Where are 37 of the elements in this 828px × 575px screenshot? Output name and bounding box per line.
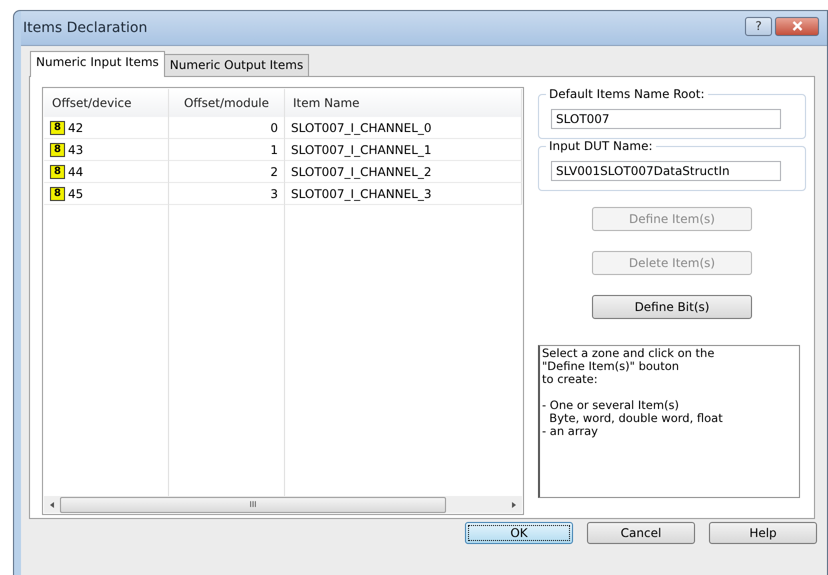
table-cell: 45	[68, 186, 84, 200]
byte-badge: 8	[50, 186, 65, 200]
byte-badge: 8	[50, 120, 65, 134]
table-cell: 1	[169, 139, 285, 161]
window-title: Items Declaration	[22, 20, 148, 36]
text-field[interactable]: SLOT007	[551, 109, 781, 129]
table-cell: 0	[169, 117, 285, 139]
table-cell: SLOT007_I_CHANNEL_0	[285, 117, 522, 139]
close-button[interactable]	[775, 16, 819, 36]
byte-badge: 8	[50, 142, 65, 156]
column-header[interactable]: Item Name	[285, 89, 522, 117]
scrollbar-thumb[interactable]: III	[60, 496, 446, 512]
close-icon	[792, 21, 802, 31]
table-cell: 44	[68, 164, 84, 178]
group-label: Input DUT Name:	[546, 139, 656, 153]
table-cell: SLOT007_I_CHANNEL_1	[285, 139, 522, 161]
table-cell: 3	[169, 183, 285, 205]
dialog-button[interactable]: OK	[465, 522, 573, 544]
table-cell: SLOT007_I_CHANNEL_3	[285, 183, 522, 205]
scroll-left-icon[interactable]	[48, 500, 56, 508]
table-cell: SLOT007_I_CHANNEL_2	[285, 161, 522, 183]
text-field[interactable]: SLV001SLOT007DataStructIn	[551, 161, 781, 181]
help-button[interactable]: ?	[745, 16, 772, 36]
byte-badge: 8	[50, 164, 65, 178]
group-label: Default Items Name Root:	[546, 87, 708, 101]
action-button[interactable]: Define Bit(s)	[592, 295, 752, 319]
table-cell: 42	[68, 120, 84, 134]
horizontal-scrollbar[interactable]: III	[44, 496, 522, 513]
tab[interactable]: Numeric Output Items	[164, 54, 310, 76]
table-cell: 2	[169, 161, 285, 183]
dialog-button[interactable]: Cancel	[587, 522, 695, 544]
table-cell: 43	[68, 142, 84, 156]
dialog-button[interactable]: Help	[709, 522, 817, 544]
tab[interactable]: Numeric Input Items	[30, 51, 165, 77]
scroll-right-icon[interactable]	[510, 500, 518, 508]
help-text: Select a zone and click on the "Define Item(s)" bouton to create: - One or several Item(s) Byte, word, double word, float - an array	[538, 345, 800, 498]
grip-text: III	[249, 500, 257, 509]
